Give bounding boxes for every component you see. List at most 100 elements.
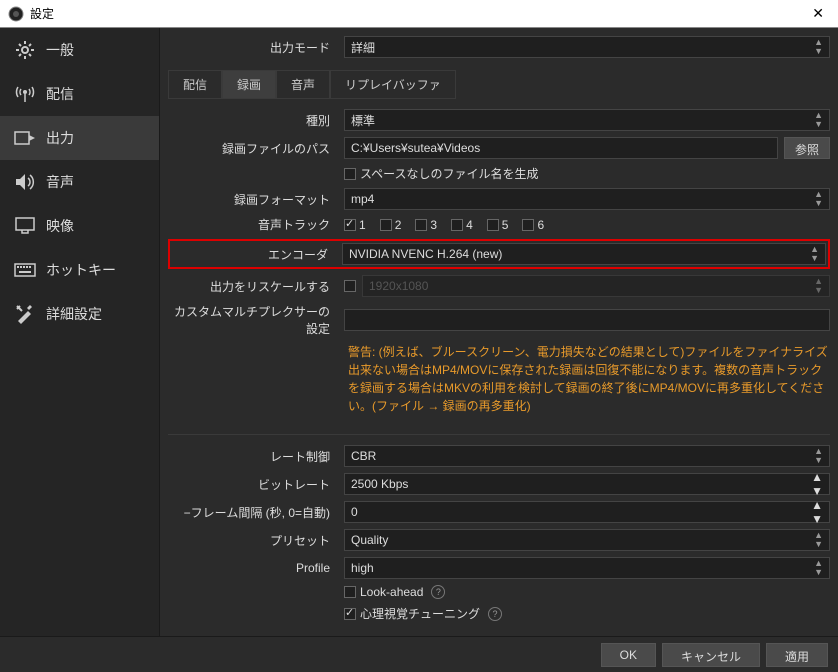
updown-icon: ▲▼	[814, 190, 823, 208]
speaker-icon	[14, 172, 36, 192]
monitor-icon	[14, 216, 36, 236]
output-icon	[14, 128, 36, 148]
sidebar-item-general[interactable]: 一般	[0, 28, 159, 72]
sidebar-item-stream[interactable]: 配信	[0, 72, 159, 116]
psycho-visual-checkbox[interactable]	[344, 608, 356, 620]
encoder-row-highlight: エンコーダ NVIDIA NVENC H.264 (new) ▲▼	[168, 239, 830, 269]
rescale-checkbox[interactable]	[344, 280, 356, 292]
lookahead-label: Look-ahead	[360, 585, 423, 599]
output-tabs: 配信 録画 音声 リプレイバッファ	[168, 70, 830, 99]
bitrate-value: 2500 Kbps	[351, 477, 408, 491]
tab-recording[interactable]: 録画	[222, 70, 276, 99]
track-num: 5	[502, 218, 509, 232]
section-separator	[168, 421, 830, 435]
button-bar: OK キャンセル 適用	[0, 636, 838, 672]
keyint-spin[interactable]: 0 ▲▼	[344, 501, 830, 523]
updown-icon: ▲▼	[814, 38, 823, 56]
track-2-checkbox[interactable]	[380, 219, 392, 231]
mux-input[interactable]	[344, 309, 830, 331]
profile-select[interactable]: high ▲▼	[344, 557, 830, 579]
output-mode-label: 出力モード	[168, 39, 338, 56]
sidebar-item-output[interactable]: 出力	[0, 116, 159, 160]
tab-replay-buffer[interactable]: リプレイバッファ	[330, 70, 456, 99]
track-4-checkbox[interactable]	[451, 219, 463, 231]
preset-value: Quality	[351, 533, 388, 547]
obs-icon	[8, 6, 24, 22]
keyint-label: −フレーム間隔 (秒, 0=自動)	[168, 504, 338, 521]
antenna-icon	[14, 84, 36, 104]
sidebar-item-audio[interactable]: 音声	[0, 160, 159, 204]
track-num: 2	[395, 218, 402, 232]
rec-format-select[interactable]: mp4 ▲▼	[344, 188, 830, 210]
no-space-filename-checkbox[interactable]	[344, 168, 356, 180]
help-icon[interactable]: ?	[488, 607, 502, 621]
sidebar-item-video[interactable]: 映像	[0, 204, 159, 248]
gear-icon	[14, 40, 36, 60]
rec-format-value: mp4	[351, 192, 374, 206]
apply-button[interactable]: 適用	[766, 643, 828, 667]
ok-button[interactable]: OK	[601, 643, 656, 667]
track-num: 1	[359, 218, 366, 232]
updown-icon: ▲▼	[814, 277, 823, 295]
browse-button[interactable]: 参照	[784, 137, 830, 159]
psycho-visual-label: 心理視覚チューニング	[360, 605, 480, 622]
rescale-label: 出力をリスケールする	[168, 278, 338, 295]
encoder-value: NVIDIA NVENC H.264 (new)	[349, 247, 502, 261]
type-select[interactable]: 標準 ▲▼	[344, 109, 830, 131]
rec-path-label: 録画ファイルのパス	[168, 140, 338, 157]
tracks-label: 音声トラック	[168, 216, 338, 233]
updown-icon: ▲▼	[810, 245, 819, 263]
encoder-select[interactable]: NVIDIA NVENC H.264 (new) ▲▼	[342, 243, 826, 265]
no-space-filename-label: スペースなしのファイル名を生成	[360, 165, 539, 182]
track-5-checkbox[interactable]	[487, 219, 499, 231]
updown-icon: ▲▼	[814, 559, 823, 577]
sidebar-item-label: 音声	[46, 172, 74, 192]
keyint-value: 0	[351, 505, 358, 519]
preset-select[interactable]: Quality ▲▼	[344, 529, 830, 551]
lookahead-checkbox[interactable]	[344, 586, 356, 598]
updown-icon: ▲▼	[811, 470, 823, 498]
settings-sidebar: 一般 配信 出力 音声 映像 ホットキー 詳細設定	[0, 28, 160, 636]
close-icon[interactable]: ✕	[806, 5, 830, 22]
tab-stream[interactable]: 配信	[168, 70, 222, 99]
profile-label: Profile	[168, 561, 338, 575]
updown-icon: ▲▼	[814, 447, 823, 465]
updown-icon: ▲▼	[814, 531, 823, 549]
track-1-checkbox[interactable]	[344, 219, 356, 231]
rescale-value: 1920x1080	[369, 279, 428, 293]
preset-label: プリセット	[168, 532, 338, 549]
tools-icon	[14, 304, 36, 324]
rec-path-input[interactable]	[344, 137, 778, 159]
type-label: 種別	[168, 112, 338, 129]
rec-format-label: 録画フォーマット	[168, 191, 338, 208]
bitrate-spin[interactable]: 2500 Kbps ▲▼	[344, 473, 830, 495]
track-num: 3	[430, 218, 437, 232]
rate-control-value: CBR	[351, 449, 376, 463]
window-title: 設定	[30, 5, 54, 22]
sidebar-item-label: ホットキー	[46, 260, 116, 280]
cancel-button[interactable]: キャンセル	[662, 643, 760, 667]
updown-icon: ▲▼	[814, 111, 823, 129]
tab-audio[interactable]: 音声	[276, 70, 330, 99]
sidebar-item-hotkeys[interactable]: ホットキー	[0, 248, 159, 292]
output-mode-value: 詳細	[351, 39, 375, 56]
sidebar-item-label: 一般	[46, 40, 74, 60]
type-value: 標準	[351, 112, 375, 129]
track-6-checkbox[interactable]	[522, 219, 534, 231]
rescale-select: 1920x1080 ▲▼	[362, 275, 830, 297]
rate-control-select[interactable]: CBR ▲▼	[344, 445, 830, 467]
sidebar-item-label: 映像	[46, 216, 74, 236]
profile-value: high	[351, 561, 374, 575]
bitrate-label: ビットレート	[168, 476, 338, 493]
output-mode-select[interactable]: 詳細 ▲▼	[344, 36, 830, 58]
track-3-checkbox[interactable]	[415, 219, 427, 231]
encoder-label: エンコーダ	[172, 246, 336, 263]
updown-icon: ▲▼	[811, 498, 823, 526]
title-bar: 設定 ✕	[0, 0, 838, 28]
sidebar-item-advanced[interactable]: 詳細設定	[0, 292, 159, 336]
sidebar-item-label: 配信	[46, 84, 74, 104]
track-num: 4	[466, 218, 473, 232]
sidebar-item-label: 出力	[46, 128, 74, 148]
help-icon[interactable]: ?	[431, 585, 445, 599]
keyboard-icon	[14, 260, 36, 280]
